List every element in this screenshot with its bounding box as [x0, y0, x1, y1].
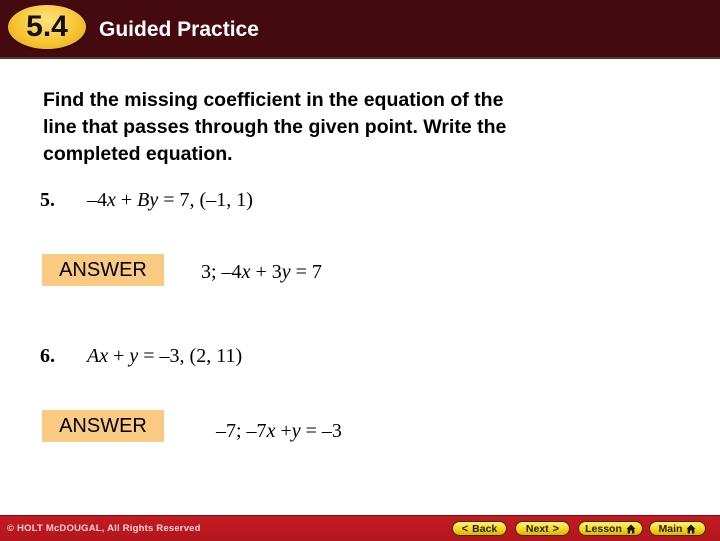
- variable: B: [137, 189, 150, 211]
- next-label: Next: [525, 522, 549, 535]
- variable: x: [99, 345, 109, 367]
- footer-bar: © HOLT McDOUGAL, All Rights Reserved < B…: [0, 515, 720, 541]
- answer-label: ANSWER: [59, 258, 147, 281]
- answer-part: + 3: [250, 261, 282, 283]
- equation-part: +: [108, 345, 130, 367]
- next-button[interactable]: Next >: [515, 521, 570, 536]
- equation-part: = 7, (–1, 1): [158, 189, 253, 211]
- main-button[interactable]: Main: [649, 521, 706, 536]
- answer-part: +: [275, 420, 292, 442]
- equation-part: = –3, (2, 11): [138, 345, 243, 367]
- answer-part: = –3: [300, 420, 342, 442]
- problem-number: 6.: [40, 345, 55, 367]
- variable: y: [281, 261, 291, 283]
- answer-part: 3; –4: [201, 261, 242, 283]
- answer-5: 3; –4x + 3y = 7: [201, 261, 322, 284]
- answer-part: = 7: [290, 261, 322, 283]
- problem-6: 6. Ax + y = –3, (2, 11): [40, 345, 242, 368]
- answer-part: –7; –7: [216, 420, 267, 442]
- instructions-line: line that passes through the given point…: [43, 116, 507, 138]
- lesson-label: Lesson: [585, 522, 622, 535]
- variable: A: [87, 345, 100, 367]
- equation-part: –4: [87, 189, 107, 211]
- variable: x: [107, 189, 116, 211]
- section-badge: 5.4: [8, 5, 86, 49]
- chevron-left-icon: <: [461, 522, 469, 535]
- problem-number: 5.: [40, 189, 55, 211]
- chevron-right-icon: >: [552, 522, 560, 535]
- variable: y: [149, 189, 159, 211]
- page-title: Guided Practice: [99, 18, 259, 41]
- answer-label: ANSWER: [59, 414, 147, 437]
- back-button[interactable]: < Back: [452, 521, 507, 536]
- variable: y: [291, 420, 301, 442]
- answer-button-6[interactable]: ANSWER: [42, 410, 164, 442]
- problem-5: 5. –4x + By = 7, (–1, 1): [40, 189, 253, 212]
- lesson-button[interactable]: Lesson: [578, 521, 643, 536]
- answer-6: –7; –7x +y = –3: [216, 420, 342, 443]
- section-number: 5.4: [26, 10, 68, 43]
- instructions: Find the missing coefficient in the equa…: [43, 87, 643, 168]
- answer-button-5[interactable]: ANSWER: [42, 254, 164, 286]
- home-icon: [626, 524, 636, 533]
- main-label: Main: [658, 522, 683, 535]
- copyright-text: © HOLT McDOUGAL, All Rights Reserved: [7, 523, 201, 534]
- variable: y: [129, 345, 139, 367]
- header-bar: 5.4 Guided Practice: [0, 0, 720, 59]
- equation-part: +: [115, 189, 138, 211]
- back-label: Back: [472, 522, 498, 535]
- instructions-line: completed equation.: [43, 143, 233, 165]
- home-icon: [686, 524, 696, 533]
- instructions-line: Find the missing coefficient in the equa…: [43, 89, 504, 111]
